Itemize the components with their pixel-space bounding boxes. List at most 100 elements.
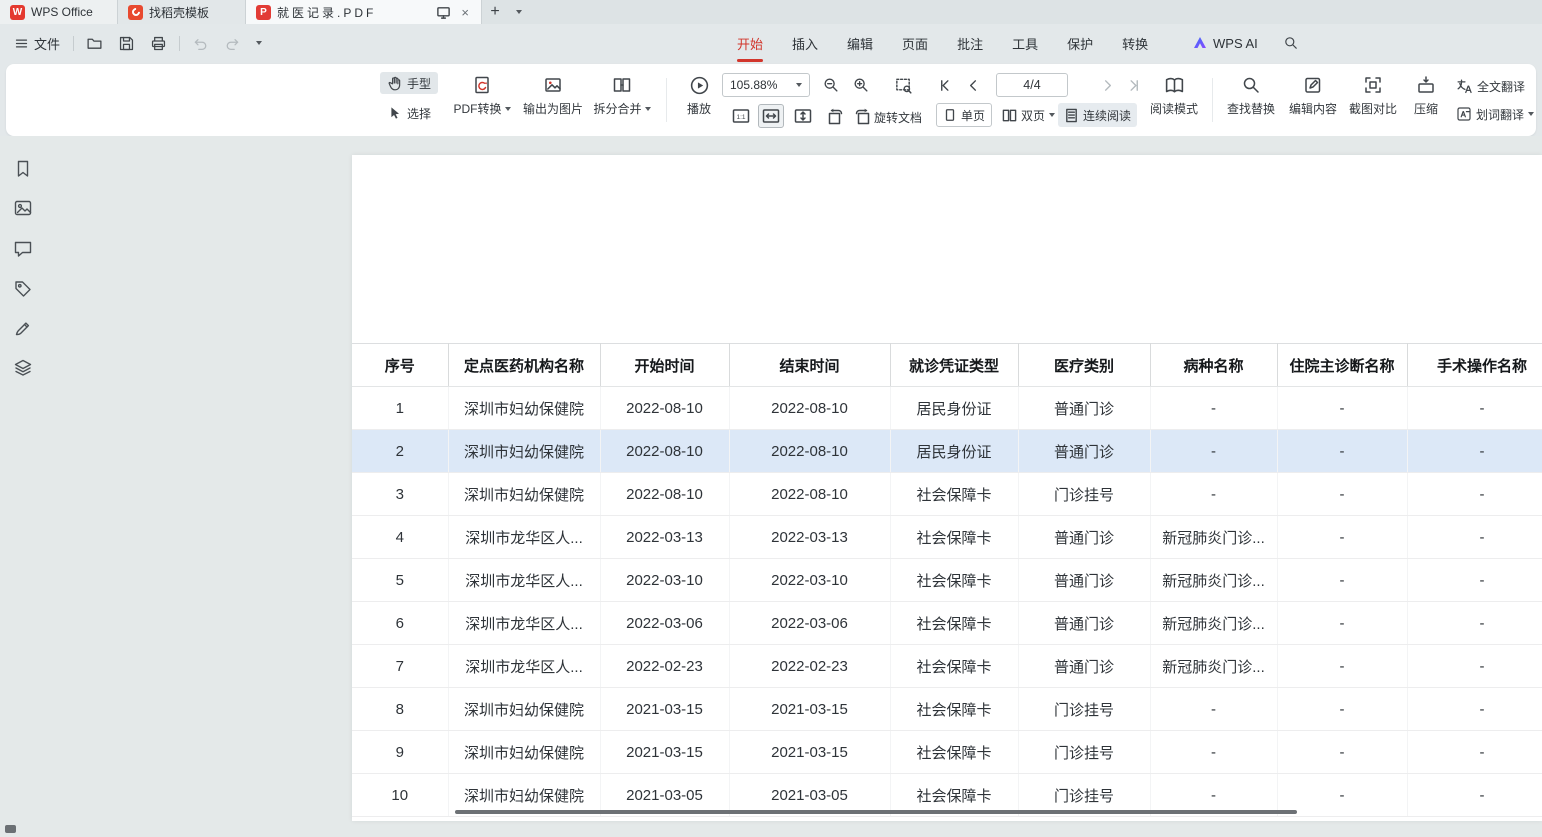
menu-tab-convert[interactable]: 转换 bbox=[1122, 24, 1148, 62]
rotate-right-button[interactable] bbox=[850, 104, 876, 128]
pdf-convert-button[interactable]: PDF转换 bbox=[450, 73, 514, 117]
table-cell: 2022-08-10 bbox=[600, 473, 729, 516]
table-cell: 社会保障卡 bbox=[890, 559, 1018, 602]
zoom-in-button[interactable] bbox=[848, 73, 874, 97]
single-page-icon bbox=[943, 108, 957, 122]
table-row[interactable]: 4深圳市龙华区人...2022-03-132022-03-13社会保障卡普通门诊… bbox=[352, 516, 1542, 559]
single-page-button[interactable]: 单页 bbox=[936, 103, 992, 127]
table-cell: 深圳市妇幼保健院 bbox=[448, 688, 600, 731]
layers-panel-button[interactable] bbox=[12, 357, 34, 379]
select-tool-button[interactable]: 选择 bbox=[380, 102, 438, 124]
zoom-out-button[interactable] bbox=[818, 73, 844, 97]
pdf-page: 序号定点医药机构名称开始时间结束时间就诊凭证类型医疗类别病种名称住院主诊断名称手… bbox=[352, 155, 1542, 821]
continuous-read-button[interactable]: 连续阅读 bbox=[1058, 103, 1137, 127]
tag-panel-button[interactable] bbox=[12, 278, 34, 300]
table-cell: - bbox=[1277, 559, 1407, 602]
one-to-one-button[interactable]: 1:1 bbox=[728, 104, 754, 128]
status-corner-icon[interactable] bbox=[5, 825, 16, 833]
undo-button[interactable] bbox=[189, 32, 212, 55]
double-page-button[interactable]: 双页 bbox=[996, 103, 1061, 127]
new-tab-button[interactable]: + bbox=[482, 0, 508, 24]
fit-page-button[interactable] bbox=[790, 104, 816, 128]
redo-button[interactable] bbox=[221, 32, 244, 55]
last-page-icon bbox=[1126, 78, 1141, 93]
edit-content-button[interactable]: 编辑内容 bbox=[1284, 73, 1342, 117]
next-page-button[interactable] bbox=[1094, 73, 1120, 97]
monitor-icon[interactable] bbox=[436, 5, 451, 20]
tab-docer[interactable]: 找稻壳模板 bbox=[118, 0, 246, 24]
undo-history-chevron-icon[interactable] bbox=[253, 38, 265, 48]
rotate-doc-label[interactable]: 旋转文档 bbox=[874, 109, 922, 126]
table-cell: - bbox=[1407, 559, 1542, 602]
tab-label: 就医记录.PDF bbox=[277, 4, 376, 21]
column-header: 结束时间 bbox=[729, 344, 890, 387]
read-mode-button[interactable]: 阅读模式 bbox=[1146, 73, 1202, 117]
horizontal-scrollbar-thumb[interactable] bbox=[455, 810, 1297, 814]
close-icon[interactable]: × bbox=[459, 5, 471, 20]
bookmark-panel-button[interactable] bbox=[12, 158, 34, 180]
marquee-zoom-button[interactable] bbox=[890, 73, 916, 97]
save-button[interactable] bbox=[115, 32, 138, 55]
find-replace-button[interactable]: 查找替换 bbox=[1222, 73, 1280, 117]
word-translate-button[interactable]: 划词翻译 bbox=[1450, 102, 1540, 126]
menu-tabs: 开始插入编辑页面批注工具保护转换 bbox=[737, 24, 1148, 62]
table-cell: 2 bbox=[352, 430, 448, 473]
table-row[interactable]: 8深圳市妇幼保健院2021-03-152021-03-15社会保障卡门诊挂号--… bbox=[352, 688, 1542, 731]
menu-tab-page[interactable]: 页面 bbox=[902, 24, 928, 62]
open-button[interactable] bbox=[83, 32, 106, 55]
redo-icon bbox=[224, 35, 241, 52]
tab-list-chevron-icon[interactable] bbox=[508, 0, 530, 24]
split-merge-button[interactable]: 拆分合并 bbox=[590, 73, 654, 117]
first-page-button[interactable] bbox=[932, 73, 958, 97]
table-cell: 新冠肺炎门诊... bbox=[1150, 516, 1277, 559]
table-row[interactable]: 2深圳市妇幼保健院2022-08-102022-08-10居民身份证普通门诊--… bbox=[352, 430, 1542, 473]
tab-document[interactable]: P 就医记录.PDF × bbox=[246, 0, 482, 24]
rotate-left-button[interactable] bbox=[822, 104, 848, 128]
first-page-icon bbox=[938, 78, 953, 93]
wps-ai-button[interactable]: WPS AI bbox=[1192, 35, 1258, 51]
divider bbox=[179, 36, 180, 51]
menu-tab-tools[interactable]: 工具 bbox=[1012, 24, 1038, 62]
menu-tab-home[interactable]: 开始 bbox=[737, 24, 763, 62]
prev-page-button[interactable] bbox=[960, 73, 986, 97]
table-cell: 普通门诊 bbox=[1018, 516, 1150, 559]
table-row[interactable]: 5深圳市龙华区人...2022-03-102022-03-10社会保障卡普通门诊… bbox=[352, 559, 1542, 602]
comment-panel-button[interactable] bbox=[12, 238, 34, 260]
table-cell: 门诊挂号 bbox=[1018, 731, 1150, 774]
menu-tab-comment[interactable]: 批注 bbox=[957, 24, 983, 62]
play-button[interactable]: 播放 bbox=[678, 73, 720, 117]
table-row[interactable]: 3深圳市妇幼保健院2022-08-102022-08-10社会保障卡门诊挂号--… bbox=[352, 473, 1542, 516]
table-cell: 社会保障卡 bbox=[890, 516, 1018, 559]
menu-tab-protect[interactable]: 保护 bbox=[1067, 24, 1093, 62]
search-button[interactable] bbox=[1280, 32, 1302, 54]
page-indicator-input[interactable] bbox=[996, 73, 1068, 97]
print-button[interactable] bbox=[147, 32, 170, 55]
signature-icon bbox=[13, 318, 33, 338]
table-cell: 2022-08-10 bbox=[600, 430, 729, 473]
zoom-select[interactable]: 105.88% bbox=[722, 73, 810, 97]
table-cell: 门诊挂号 bbox=[1018, 473, 1150, 516]
last-page-button[interactable] bbox=[1120, 73, 1146, 97]
fit-width-button[interactable] bbox=[758, 104, 784, 128]
menu-tab-insert[interactable]: 插入 bbox=[792, 24, 818, 62]
file-menu[interactable]: 文件 bbox=[10, 31, 64, 56]
export-image-button[interactable]: 输出为图片 bbox=[518, 73, 588, 117]
table-row[interactable]: 7深圳市龙华区人...2022-02-232022-02-23社会保障卡普通门诊… bbox=[352, 645, 1542, 688]
table-row[interactable]: 6深圳市龙华区人...2022-03-062022-03-06社会保障卡普通门诊… bbox=[352, 602, 1542, 645]
compress-button[interactable]: 压缩 bbox=[1404, 73, 1448, 117]
menu-tab-edit[interactable]: 编辑 bbox=[847, 24, 873, 62]
hand-tool-button[interactable]: 手型 bbox=[380, 72, 438, 94]
window-chrome: W WPS Office 找稻壳模板 P 就医记录.PDF × + bbox=[0, 0, 1542, 136]
tab-wps-home[interactable]: W WPS Office bbox=[0, 0, 118, 24]
table-row[interactable]: 1深圳市妇幼保健院2022-08-102022-08-10居民身份证普通门诊--… bbox=[352, 387, 1542, 430]
thumbnails-panel-button[interactable] bbox=[12, 197, 34, 219]
table-cell: 深圳市龙华区人... bbox=[448, 602, 600, 645]
table-cell: 门诊挂号 bbox=[1018, 688, 1150, 731]
wps-logo: W bbox=[10, 5, 25, 20]
table-row[interactable]: 9深圳市妇幼保健院2021-03-152021-03-15社会保障卡门诊挂号--… bbox=[352, 731, 1542, 774]
screenshot-compare-button[interactable]: 截图对比 bbox=[1344, 73, 1402, 117]
signature-panel-button[interactable] bbox=[12, 317, 34, 339]
table-cell: 2021-03-15 bbox=[729, 731, 890, 774]
full-translate-button[interactable]: 全文翻译 bbox=[1450, 74, 1531, 98]
pdf-convert-icon bbox=[472, 75, 492, 95]
